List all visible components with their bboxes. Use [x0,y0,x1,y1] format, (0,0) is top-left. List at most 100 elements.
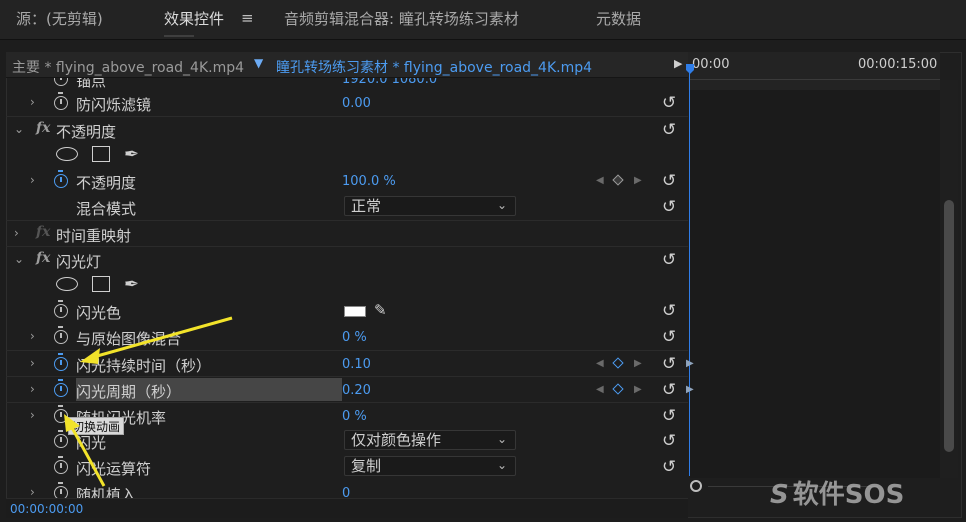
reset-icon[interactable]: ↺ [662,171,676,191]
flash-select[interactable]: 仅对颜色操作 ⌄ [344,430,516,450]
expand-triangle-icon[interactable]: › [30,408,35,422]
timeline-keyframe-marker[interactable]: ▶ [686,384,694,395]
footer-bar [6,498,688,518]
property-row-strobe-duration: › 闪光持续时间（秒） 0.10 ◀ ▶ ↺ [6,350,688,376]
chevron-down-icon: ⌄ [496,458,507,472]
expand-triangle-icon[interactable]: › [14,226,19,240]
ellipse-mask-icon[interactable] [56,147,78,161]
property-label: 防闪烁滤镜 [76,96,152,114]
reset-icon[interactable]: ↺ [662,354,676,374]
next-keyframe-icon[interactable]: ▶ [634,175,642,186]
tab-active-underline [164,35,195,37]
reset-icon[interactable]: ↺ [662,380,676,400]
stopwatch-icon[interactable] [54,353,68,371]
watermark-text: 软件SOS [792,480,905,510]
current-timecode[interactable]: 00:00:00:00 [10,502,83,516]
rectangle-mask-icon[interactable] [92,146,110,162]
watermark-s-icon: S [770,480,789,510]
sequence-clip-label[interactable]: 瞳孔转场练习素材 * flying_above_road_4K.mp4 [276,57,592,77]
effect-row-strobe: ⌄ fx 闪光灯 ↺ [6,246,688,272]
play-icon[interactable]: ▶ [674,57,682,70]
reset-icon[interactable]: ↺ [662,197,676,217]
property-label: 闪光持续时间（秒） [76,357,212,375]
property-value[interactable]: 0 % [342,330,367,345]
prev-keyframe-icon[interactable]: ◀ [596,358,604,369]
property-value[interactable]: 100.0 % [342,174,396,189]
add-keyframe-icon[interactable] [612,174,624,186]
pen-mask-icon[interactable]: ✒ [124,274,139,295]
collapse-triangle-icon[interactable]: ⌄ [14,122,24,136]
tab-audio-clip-mixer[interactable]: 音频剪辑混合器: 瞳孔转场练习素材 [284,8,519,29]
reset-icon[interactable]: ↺ [662,406,676,426]
effect-label: 时间重映射 [56,227,132,245]
blend-mode-select[interactable]: 正常 ⌄ [344,196,516,216]
fx-icon[interactable]: fx [36,224,50,240]
expand-triangle-icon[interactable]: › [30,382,35,396]
rectangle-mask-icon[interactable] [92,276,110,292]
property-value[interactable]: 1920.0 1080.0 [342,78,437,87]
next-keyframe-icon[interactable]: ▶ [634,358,642,369]
stopwatch-icon[interactable] [54,78,68,86]
ellipse-mask-icon[interactable] [56,277,78,291]
prev-keyframe-icon[interactable]: ◀ [596,175,604,186]
stopwatch-icon[interactable] [54,482,68,498]
scrollbar-thumb[interactable] [944,200,954,452]
pen-mask-icon[interactable]: ✒ [124,144,139,165]
reset-icon[interactable]: ↺ [662,120,676,140]
stopwatch-icon[interactable] [54,300,68,318]
keyframe-icon[interactable] [612,383,624,395]
tab-metadata[interactable]: 元数据 [596,8,641,29]
reset-icon[interactable]: ↺ [662,301,676,321]
stopwatch-icon[interactable] [54,326,68,344]
mask-tools-row: ✒ [6,142,688,168]
tab-effect-controls[interactable]: 效果控件 [164,8,224,37]
effect-row-time-remap: › fx 时间重映射 [6,220,688,246]
reset-icon[interactable]: ↺ [662,431,676,451]
property-value[interactable]: 0 [342,486,350,498]
property-row-strobe-period: › 闪光周期（秒） 0.20 ◀ ▶ ↺ [6,376,688,402]
next-keyframe-icon[interactable]: ▶ [634,384,642,395]
expand-triangle-icon[interactable]: › [30,329,35,343]
timeline-clip-area[interactable] [690,90,940,478]
stopwatch-icon[interactable] [54,92,68,110]
reset-icon[interactable]: ↺ [662,327,676,347]
color-swatch[interactable] [344,306,366,317]
expand-triangle-icon[interactable]: › [30,485,35,498]
stopwatch-icon[interactable] [54,405,68,423]
property-value[interactable]: 0 % [342,409,367,424]
fx-icon[interactable]: fx [36,250,50,266]
stopwatch-icon[interactable] [54,379,68,397]
stopwatch-icon[interactable] [54,430,68,448]
property-value[interactable]: 0.20 [342,383,371,398]
property-value[interactable]: 0.00 [342,96,371,111]
zoom-handle[interactable] [690,480,702,492]
fx-icon[interactable]: fx [36,120,50,136]
effect-label: 不透明度 [56,123,117,141]
chevron-down-icon[interactable]: ▼ [254,56,263,70]
expand-triangle-icon[interactable]: › [30,356,35,370]
keyframe-icon[interactable] [612,357,624,369]
property-row-flash-operator: 闪光运算符 复制 ⌄ ↺ [6,454,688,480]
expand-triangle-icon[interactable]: › [30,173,35,187]
flash-operator-select[interactable]: 复制 ⌄ [344,456,516,476]
eyedropper-icon[interactable]: ✎ [374,301,387,319]
master-clip-label[interactable]: 主要 * flying_above_road_4K.mp4 [12,57,244,77]
reset-icon[interactable]: ↺ [662,457,676,477]
select-value: 正常 [351,197,382,215]
panel-menu-icon[interactable]: ≡ [241,9,254,27]
property-row-opacity: › 不透明度 100.0 % ◀ ▶ ↺ [6,168,688,194]
ruler-start-time: 00:00 [692,57,730,72]
stopwatch-icon[interactable] [54,456,68,474]
timeline-keyframe-marker[interactable]: ▶ [686,358,694,369]
reset-icon[interactable]: ↺ [662,93,676,113]
property-row-strobe-color: 闪光色 ✎ ↺ [6,298,688,324]
tab-source[interactable]: 源：(无剪辑) [16,8,103,29]
prev-keyframe-icon[interactable]: ◀ [596,384,604,395]
stopwatch-icon[interactable] [54,170,68,188]
collapse-triangle-icon[interactable]: ⌄ [14,252,24,266]
expand-triangle-icon[interactable]: › [30,95,35,109]
chevron-down-icon: ⌄ [496,198,507,212]
playhead[interactable] [689,64,690,476]
reset-icon[interactable]: ↺ [662,250,676,270]
property-value[interactable]: 0.10 [342,357,371,372]
